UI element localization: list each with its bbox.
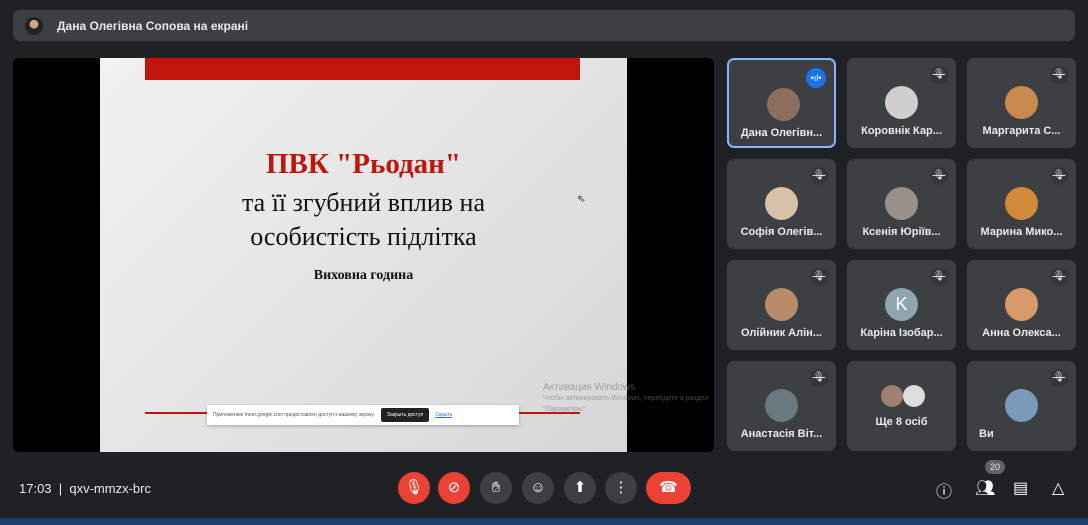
- avatar: [1005, 187, 1038, 220]
- participant-tile[interactable]: Анастасія Віт... 🎙︎: [727, 361, 836, 451]
- participant-tile[interactable]: Ще 8 осіб: [847, 361, 956, 451]
- presenter-banner: Дана Олегівна Сопова на екрані: [13, 10, 1075, 41]
- slide-caption: Виховна година: [313, 268, 414, 283]
- mic-off-icon: 🎙︎: [930, 167, 948, 185]
- participant-name: Софія Олегів...: [740, 226, 823, 238]
- avatar: [1005, 86, 1038, 119]
- participant-tile[interactable]: Олійник Алін... 🎙︎: [727, 260, 836, 350]
- screen-share-notification: Приложению meet.google.com предоставлен …: [207, 405, 519, 425]
- presentation-stage: ПВК "Рьодан" та її згубний вплив на особи…: [13, 58, 714, 452]
- camera-toggle-button[interactable]: ⊘: [438, 472, 470, 504]
- presenter-avatar: [25, 16, 43, 35]
- participant-count-badge: 20: [985, 460, 1006, 474]
- stop-sharing-button[interactable]: Закрыть доступ: [380, 408, 430, 422]
- avatar: K: [885, 288, 918, 321]
- participant-name: Анна Олекса...: [982, 327, 1061, 339]
- mic-off-icon: 🎙︎: [810, 369, 828, 387]
- bottom-bar: 17:03 | qxv-mmzx-brc 🎙︎ ⊘ ✋︎ ☺ ⬆ ⋮ ☎ ⓘ 2…: [0, 460, 1088, 506]
- participant-name: Марина Мико...: [980, 226, 1063, 238]
- avatar: [765, 389, 798, 422]
- presenter-text: Дана Олегівна Сопова на екрані: [57, 18, 249, 33]
- mic-off-icon: 🎙︎: [1050, 268, 1068, 286]
- avatar: [881, 385, 903, 407]
- participant-tile[interactable]: Ви 🎙︎: [967, 361, 1076, 451]
- windows-taskbar: [0, 518, 1088, 525]
- chat-icon[interactable]: ▤: [1013, 478, 1028, 498]
- activities-icon[interactable]: △: [1052, 478, 1064, 498]
- meeting-code: qxv-mmzx-brc: [69, 481, 151, 496]
- participant-tile[interactable]: Ксенія Юріїв... 🎙︎: [847, 159, 956, 249]
- present-button[interactable]: ⬆: [564, 472, 596, 504]
- slide-subtitle: та її згубний вплив на особистість підліт…: [241, 188, 486, 251]
- participant-name: Дана Олегівн...: [740, 127, 823, 139]
- people-icon[interactable]: 👥︎: [975, 478, 995, 498]
- mic-off-icon: 🎙︎: [930, 268, 948, 286]
- mic-toggle-button[interactable]: 🎙︎: [398, 472, 430, 504]
- mic-off-icon: 🎙︎: [1050, 167, 1068, 185]
- windows-activation-watermark: Активация Windows Чтобы активировать Wind…: [543, 382, 709, 413]
- avatar: [765, 187, 798, 220]
- mic-off-icon: 🎙︎: [930, 66, 948, 84]
- avatar: [885, 86, 918, 119]
- speaking-indicator-icon: •ıl•: [806, 68, 826, 88]
- participant-name: Ви: [979, 428, 994, 440]
- participant-tile[interactable]: Марина Мико... 🎙︎: [967, 159, 1076, 249]
- more-options-button[interactable]: ⋮: [605, 472, 637, 504]
- mic-off-icon: 🎙︎: [810, 268, 828, 286]
- participant-name: Каріна Ізобар...: [860, 327, 943, 339]
- notification-text: Приложению meet.google.com предоставлен …: [213, 412, 375, 418]
- slide-red-bar: [145, 58, 580, 80]
- meeting-info: 17:03 | qxv-mmzx-brc: [19, 481, 151, 496]
- participant-name: Маргарита С...: [982, 125, 1061, 137]
- participant-tile[interactable]: Софія Олегів... 🎙︎: [727, 159, 836, 249]
- mic-off-icon: 🎙︎: [1050, 369, 1068, 387]
- emoji-button[interactable]: ☺: [522, 472, 554, 504]
- mouse-cursor-icon: ⇖: [577, 194, 586, 205]
- participant-tile[interactable]: K Каріна Ізобар... 🎙︎: [847, 260, 956, 350]
- avatar: [1005, 389, 1038, 422]
- hide-link[interactable]: Скрыть: [435, 412, 452, 418]
- raise-hand-button[interactable]: ✋︎: [480, 472, 512, 504]
- end-call-button[interactable]: ☎: [646, 472, 691, 504]
- info-icon[interactable]: ⓘ: [936, 478, 952, 502]
- participant-name: Ксенія Юріїв...: [862, 226, 941, 238]
- avatar: [885, 187, 918, 220]
- avatar: [765, 288, 798, 321]
- mic-off-icon: 🎙︎: [1050, 66, 1068, 84]
- avatar: [1005, 288, 1038, 321]
- participant-tile[interactable]: Дана Олегівн... •ıl•: [727, 58, 836, 148]
- participant-name: Олійник Алін...: [741, 327, 822, 339]
- participant-name: Ще 8 осіб: [875, 416, 928, 428]
- participant-tile[interactable]: Анна Олекса... 🎙︎: [967, 260, 1076, 350]
- slide-title: ПВК "Рьодан": [266, 148, 461, 180]
- participant-tile[interactable]: Маргарита С... 🎙︎: [967, 58, 1076, 148]
- mic-off-icon: 🎙︎: [810, 167, 828, 185]
- participant-name: Анастасія Віт...: [740, 428, 823, 440]
- participant-tile[interactable]: Коровнік Кар... 🎙︎: [847, 58, 956, 148]
- avatar: [903, 385, 925, 407]
- avatar: [767, 88, 800, 121]
- participant-name: Коровнік Кар...: [861, 125, 942, 137]
